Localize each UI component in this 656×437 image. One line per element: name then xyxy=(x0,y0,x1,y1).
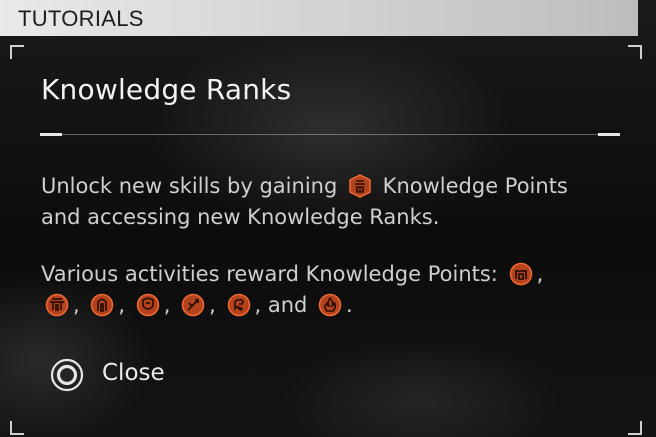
frame-corner-bottom-left xyxy=(10,421,24,435)
divider-cap-right xyxy=(598,133,620,136)
panel-title: Knowledge Ranks xyxy=(41,73,292,106)
frame-corner-top-right xyxy=(628,45,642,59)
paragraph-activities: Various activities reward Knowledge Poin… xyxy=(41,259,601,321)
title-divider xyxy=(40,134,620,135)
separator: , xyxy=(118,293,126,317)
paragraph-unlock-skills: Unlock new skills by gaining Knowledge P… xyxy=(41,171,601,233)
shield-icon xyxy=(136,293,160,317)
header-title: TUTORIALS xyxy=(18,6,144,31)
gate-icon xyxy=(45,293,69,317)
divider-cap-left xyxy=(40,133,62,136)
combat-icon xyxy=(181,293,205,317)
separator: , xyxy=(73,293,80,317)
and-text: , and xyxy=(254,293,308,317)
period: . xyxy=(346,293,353,317)
close-label: Close xyxy=(102,360,165,386)
separator: , xyxy=(163,293,171,317)
circle-button-icon xyxy=(50,358,84,392)
knowledge-points-icon xyxy=(348,174,372,198)
close-button[interactable]: Close xyxy=(50,357,220,393)
separator: , xyxy=(209,293,216,317)
frame-corner-top-left xyxy=(10,45,24,59)
para1-before: Unlock new skills by gaining xyxy=(41,174,338,198)
hand-icon xyxy=(227,293,251,317)
separator: , xyxy=(536,262,544,286)
frame-corner-bottom-right xyxy=(628,421,642,435)
para2-intro: Various activities reward Knowledge Poin… xyxy=(41,262,498,286)
temple-icon xyxy=(90,293,114,317)
shrine-icon xyxy=(509,262,533,286)
flame-icon xyxy=(318,293,342,317)
tutorials-header: TUTORIALS xyxy=(0,0,638,36)
